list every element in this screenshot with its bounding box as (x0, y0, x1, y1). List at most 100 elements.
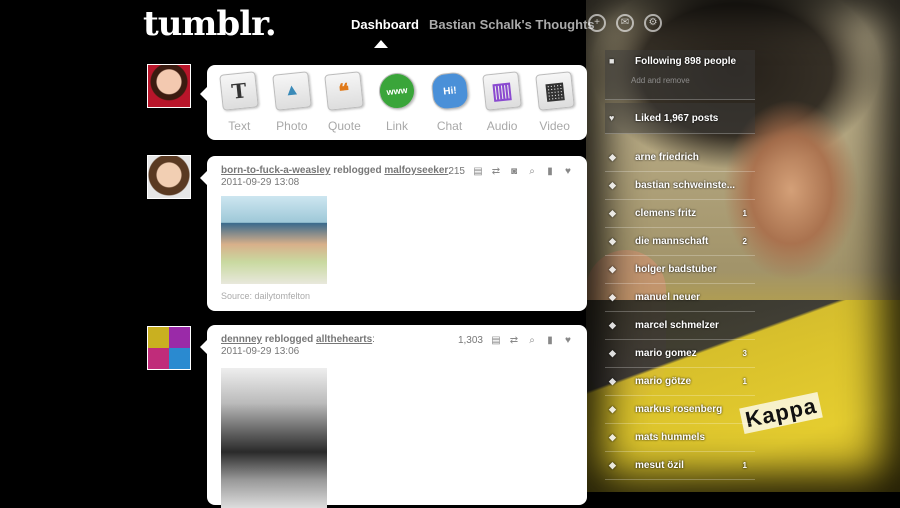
sidebar-tag[interactable]: ◆ bastian schweinste... (605, 172, 755, 200)
my-avatar[interactable] (147, 64, 191, 108)
tag-label: clemens fritz (635, 208, 697, 219)
sidebar-tag[interactable]: ◆ markus rosenberg (605, 396, 755, 424)
zoom-icon[interactable]: ⌕ (527, 166, 537, 177)
inbox-icon[interactable]: ✉ (616, 14, 634, 32)
notes-count[interactable]: 215 (448, 166, 465, 177)
tag-label: manuel neuer (635, 292, 701, 303)
post-author-link[interactable]: born-to-fuck-a-weasley (221, 165, 330, 176)
tag-icon: ◆ (609, 152, 616, 162)
notes-count[interactable]: 1,303 (458, 335, 483, 346)
sidebar-tag[interactable]: ◆ manuel neuer (605, 284, 755, 312)
post-author-link[interactable]: dennney (221, 334, 262, 345)
tag-icon: ◆ (609, 376, 616, 386)
tag-count: 1 (742, 377, 747, 386)
post-type-label: Quote (328, 119, 361, 133)
tag-count: 2 (742, 237, 747, 246)
post-source[interactable]: Source: dailytomfelton (221, 291, 310, 301)
sidebar-tag[interactable]: ◆ marcel schmelzer (605, 312, 755, 340)
zoom-icon[interactable]: ⌕ (527, 335, 537, 346)
post-type-video[interactable]: ▦ Video (529, 65, 581, 140)
sidebar-tag[interactable]: ◆ mats hummels (605, 424, 755, 452)
bookmark-icon[interactable]: ▮ (545, 166, 555, 177)
panel-pointer (200, 340, 207, 354)
camera-icon[interactable]: ◙ (509, 166, 519, 177)
post-type-chat[interactable]: Hi! Chat (424, 65, 476, 140)
post-type-bar: T Text ▲ Photo ❝ Quote www Link Hi! Chat… (200, 65, 587, 140)
tag-icon: ◆ (609, 348, 616, 358)
post-type-audio[interactable]: ▥ Audio (476, 65, 528, 140)
post-type-photo[interactable]: ▲ Photo (266, 65, 318, 140)
post-type-label: Text (228, 119, 251, 133)
tag-count: 1 (742, 461, 747, 470)
tag-icon: ◆ (609, 208, 616, 218)
post-controls: 1,303 ▤ ⇄ ⌕ ▮ ♥ (458, 335, 573, 346)
post-type-label: Link (385, 119, 408, 133)
tag-label: mario götze (635, 376, 692, 387)
tag-label: holger badstuber (635, 264, 717, 275)
sidebar-following-label: Following 898 people (635, 56, 737, 67)
new-post-icon[interactable]: + (588, 14, 606, 32)
sidebar-tag[interactable]: ◆ clemens fritz 1 (605, 200, 755, 228)
tag-icon: ◆ (609, 404, 616, 414)
post-avatar[interactable] (147, 326, 191, 370)
tag-icon: ◆ (609, 460, 616, 470)
post-type-label: Photo (276, 119, 308, 133)
post-source-user-link[interactable]: malfoyseeker (384, 165, 448, 176)
tag-icon: ◆ (609, 292, 616, 302)
post-date: 2011-09-29 13:08 (221, 177, 300, 188)
post-type-link[interactable]: www Link (371, 65, 423, 140)
quote-icon: ❝ (324, 71, 365, 111)
video-icon: ▦ (534, 71, 575, 111)
post-date: 2011-09-29 13:06 (221, 346, 300, 357)
sidebar-tag[interactable]: ◆ mario gomez 3 (605, 340, 755, 368)
reblog-icon[interactable]: ⇄ (509, 335, 519, 346)
sidebar-liked-label: Liked 1,967 posts (635, 112, 719, 124)
reblog-icon[interactable]: ⇄ (491, 166, 501, 177)
link-icon: www (377, 71, 417, 111)
nav-blog[interactable]: Bastian Schalk's Thoughts (429, 17, 595, 32)
post-source-user-link[interactable]: allthehearts (316, 334, 372, 345)
like-heart-icon[interactable]: ♥ (563, 166, 573, 177)
post-type-text[interactable]: T Text (213, 65, 265, 140)
post-avatar[interactable] (147, 155, 191, 199)
tag-icon: ◆ (609, 432, 616, 442)
dashboard-sidebar: ■ Following 898 people Add and remove ♥ … (605, 50, 755, 480)
tag-label: markus rosenberg (635, 404, 723, 415)
tag-count: 1 (742, 209, 747, 218)
tag-label: marcel schmelzer (635, 320, 719, 331)
post-photo[interactable] (221, 368, 327, 508)
settings-icon[interactable]: ⚙ (644, 14, 662, 32)
tumblr-logo[interactable]: tumblr. (143, 4, 277, 44)
notes-icon[interactable]: ▤ (473, 166, 483, 177)
sidebar-liked[interactable]: ♥ Liked 1,967 posts (605, 103, 755, 134)
post-verb: reblogged (333, 165, 382, 176)
tag-icon: ◆ (609, 236, 616, 246)
tag-label: mario gomez (635, 348, 697, 359)
sidebar-tag[interactable]: ◆ mesut özil 1 (605, 452, 755, 480)
tag-icon: ◆ (609, 264, 616, 274)
post-type-quote[interactable]: ❝ Quote (318, 65, 370, 140)
tag-label: mesut özil (635, 460, 684, 471)
sidebar-tag[interactable]: ◆ mario götze 1 (605, 368, 755, 396)
person-icon: ■ (609, 56, 615, 66)
post-photo[interactable] (221, 196, 327, 284)
panel-pointer (200, 171, 207, 185)
sidebar-tag[interactable]: ◆ die mannschaft 2 (605, 228, 755, 256)
tag-label: arne friedrich (635, 152, 699, 163)
heart-icon: ♥ (609, 113, 615, 123)
post-verb: reblogged (264, 334, 314, 345)
tag-label: bastian schweinste... (635, 180, 736, 191)
photo-icon: ▲ (272, 71, 312, 111)
sidebar-tag[interactable]: ◆ holger badstuber (605, 256, 755, 284)
post-header: born-to-fuck-a-weasley reblogged malfoys… (221, 165, 452, 188)
dashboard-post: born-to-fuck-a-weasley reblogged malfoys… (200, 156, 587, 311)
notes-icon[interactable]: ▤ (491, 335, 501, 346)
nav-dashboard[interactable]: Dashboard (351, 17, 419, 32)
dashboard-post: dennney reblogged allthehearts: 2011-09-… (200, 325, 587, 508)
sidebar-following[interactable]: ■ Following 898 people (605, 50, 755, 100)
like-heart-icon[interactable]: ♥ (563, 335, 573, 346)
sidebar-tag[interactable]: ◆ arne friedrich (605, 144, 755, 172)
post-type-label: Chat (436, 119, 463, 133)
bookmark-icon[interactable]: ▮ (545, 335, 555, 346)
top-icons: + ✉ ⚙ (588, 14, 662, 32)
